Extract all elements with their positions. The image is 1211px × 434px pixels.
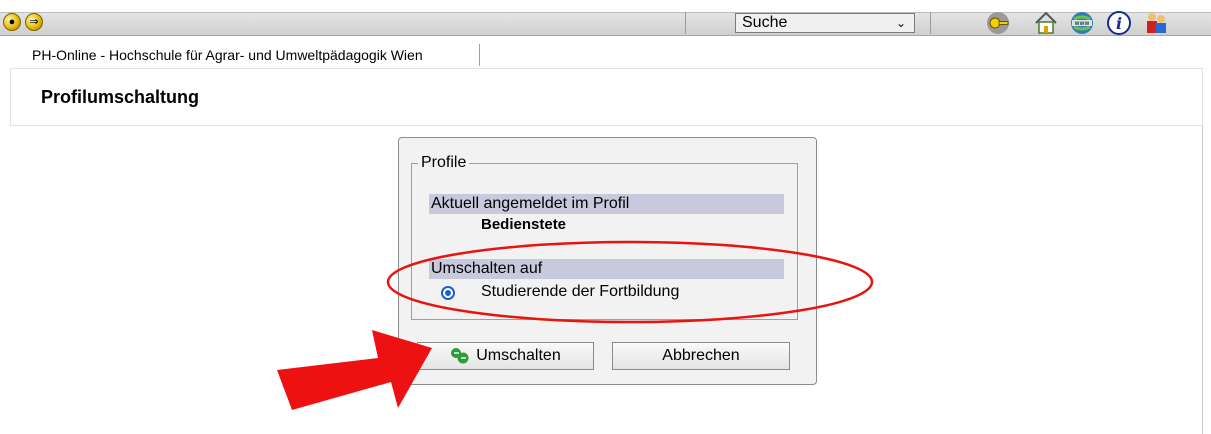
- svg-text:www: www: [1075, 20, 1090, 27]
- tab-label: PH-Online - Hochschule für Agrar- und Um…: [32, 47, 423, 63]
- users-icon[interactable]: [1143, 10, 1169, 36]
- cancel-button-label: Abbrechen: [662, 347, 740, 364]
- switch-to-heading: Umschalten auf: [429, 259, 784, 279]
- switch-button-label: Umschalten: [476, 347, 561, 364]
- top-toolbar: ● ⇒ Suche ⌄ www i: [0, 0, 1211, 38]
- info-icon[interactable]: i: [1106, 10, 1132, 36]
- home-icon[interactable]: [1033, 10, 1059, 36]
- toolbar-divider: [930, 12, 931, 34]
- search-select[interactable]: Suche ⌄: [735, 13, 915, 33]
- page-header: Profilumschaltung: [10, 68, 1203, 126]
- switch-icon: [451, 347, 469, 364]
- tab-institution[interactable]: PH-Online - Hochschule für Agrar- und Um…: [10, 44, 480, 66]
- profiles-legend: Profile: [421, 154, 467, 171]
- chevron-down-icon: ⌄: [895, 16, 906, 30]
- svg-text:i: i: [1116, 14, 1122, 33]
- back-icon[interactable]: ●: [3, 13, 21, 31]
- switch-button[interactable]: Umschalten: [417, 342, 594, 370]
- profile-switch-dialog: Profile Aktuell angemeldet im Profil Bed…: [398, 137, 817, 385]
- profile-option-label[interactable]: Studierende der Fortbildung: [481, 283, 679, 301]
- content-border: [1202, 126, 1203, 434]
- page-title: Profilumschaltung: [41, 87, 200, 107]
- profile-option-radio[interactable]: [441, 286, 455, 300]
- key-icon[interactable]: [985, 10, 1011, 36]
- current-profile-value: Bedienstete: [481, 216, 567, 233]
- forward-icon[interactable]: ⇒: [25, 13, 43, 31]
- toolbar-divider: [685, 12, 686, 34]
- cancel-button[interactable]: Abbrechen: [612, 342, 790, 370]
- current-profile-heading: Aktuell angemeldet im Profil: [429, 194, 784, 214]
- www-icon[interactable]: www: [1069, 10, 1095, 36]
- toolbar-track: [0, 12, 1211, 36]
- search-select-value: Suche: [742, 14, 788, 31]
